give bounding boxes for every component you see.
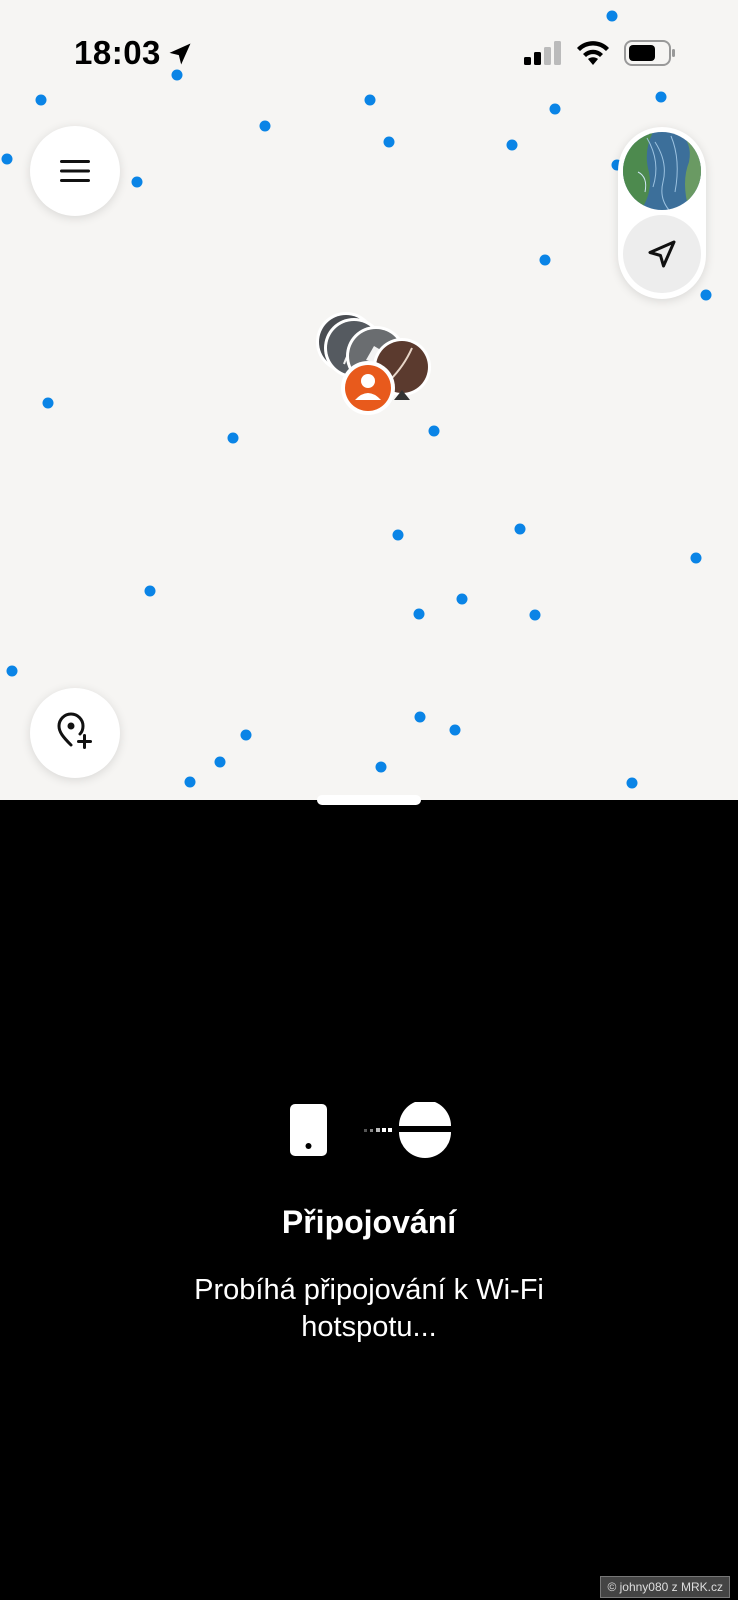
map-point[interactable] [240, 729, 252, 741]
connection-illustration [290, 1102, 451, 1158]
map-point[interactable] [227, 432, 239, 444]
map-point[interactable] [514, 523, 526, 535]
wifi-icon [577, 41, 609, 65]
map-point[interactable] [364, 94, 376, 106]
map-point[interactable] [383, 136, 395, 148]
map-point[interactable] [42, 397, 54, 409]
map-point[interactable] [171, 69, 183, 81]
map-point[interactable] [6, 665, 18, 677]
hotspot-device-icon [399, 1102, 451, 1158]
add-location-button[interactable] [30, 688, 120, 778]
map-point[interactable] [456, 593, 468, 605]
marker-cluster[interactable] [308, 312, 438, 422]
connecting-message: Probíhá připojování k Wi-Fi hotspotu... [194, 1274, 544, 1343]
map-point[interactable] [144, 585, 156, 597]
add-location-icon [57, 712, 92, 749]
map-point[interactable] [375, 761, 387, 773]
cellular-signal-icon [524, 41, 561, 65]
map-controls [618, 127, 706, 299]
map-point[interactable] [1, 153, 13, 165]
menu-icon [60, 160, 90, 182]
connecting-dots [364, 1128, 392, 1132]
battery-icon [624, 40, 675, 66]
map-point[interactable] [428, 425, 440, 437]
map-point[interactable] [131, 176, 143, 188]
locate-button[interactable] [623, 215, 701, 293]
menu-button[interactable] [30, 126, 120, 216]
connecting-title: Připojování [281, 1204, 457, 1240]
location-arrow-icon [169, 43, 191, 65]
map-point[interactable] [413, 608, 425, 620]
map-point[interactable] [549, 103, 561, 115]
map-point[interactable] [259, 120, 271, 132]
watermark: © johny080 z MRK.cz [600, 1576, 730, 1598]
map-point[interactable] [606, 10, 618, 22]
map-point[interactable] [700, 289, 712, 301]
map-point[interactable] [184, 776, 196, 788]
map-point[interactable] [214, 756, 226, 768]
map-point[interactable] [506, 139, 518, 151]
map-point[interactable] [690, 552, 702, 564]
sheet-handle[interactable] [317, 795, 421, 805]
map-point[interactable] [449, 724, 461, 736]
map-point[interactable] [655, 91, 667, 103]
map-point[interactable] [392, 529, 404, 541]
map-point[interactable] [529, 609, 541, 621]
status-time: 18:03 [74, 34, 161, 71]
map-point[interactable] [539, 254, 551, 266]
map-point[interactable] [414, 711, 426, 723]
locate-arrow-icon [648, 240, 676, 268]
phone-icon [290, 1104, 327, 1156]
map-point[interactable] [35, 94, 47, 106]
map-layer-thumbnail[interactable] [623, 132, 701, 210]
map-point[interactable] [626, 777, 638, 789]
map-view[interactable]: 18:03 [0, 0, 738, 800]
